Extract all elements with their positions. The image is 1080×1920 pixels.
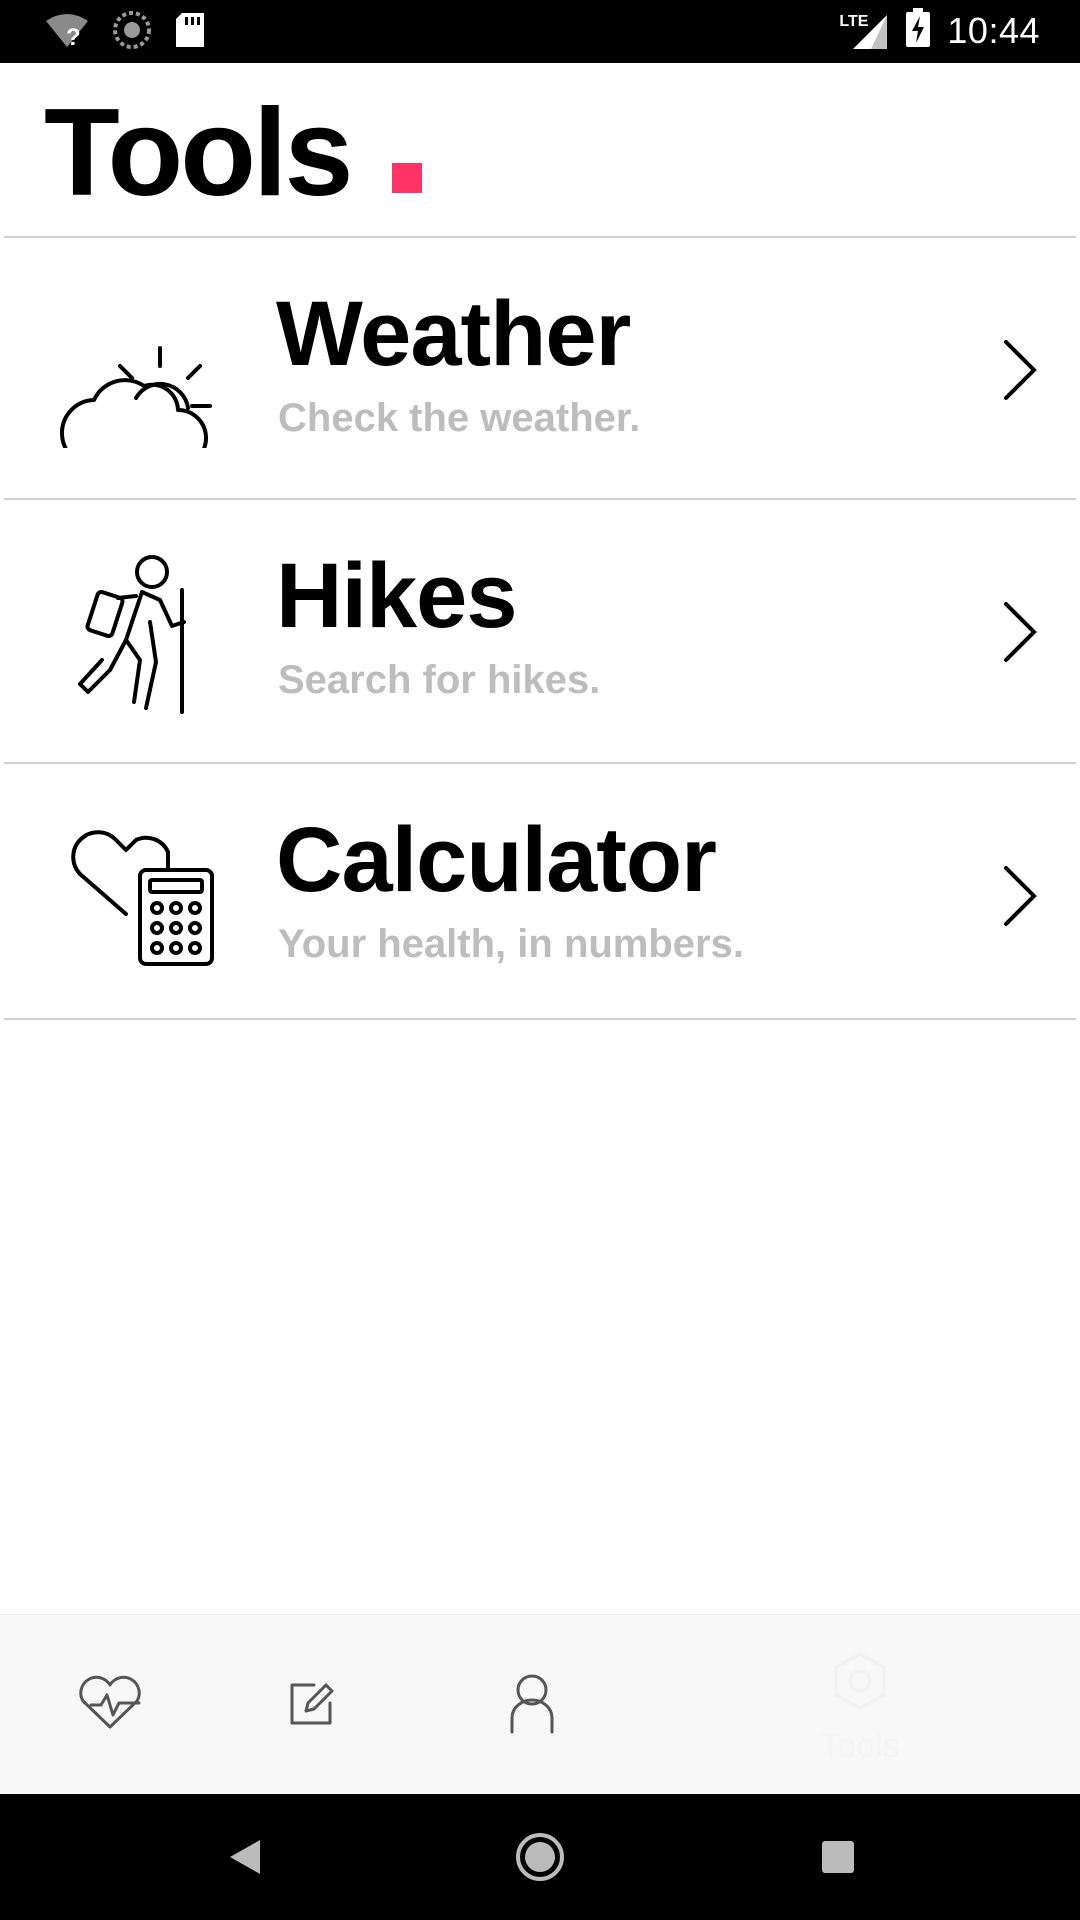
weather-icon <box>60 288 220 469</box>
divider <box>4 1018 1076 1020</box>
tool-row-hikes[interactable]: Hikes Search for hikes. <box>0 500 1080 760</box>
tool-title: Hikes <box>276 545 517 647</box>
accent-square <box>392 163 422 193</box>
nav-item-edit[interactable] <box>242 1615 382 1795</box>
edit-icon <box>286 1677 338 1734</box>
nav-item-tools[interactable]: Tools <box>770 1615 950 1795</box>
hexagon-icon <box>830 1651 890 1716</box>
profile-icon <box>508 1672 556 1739</box>
battery-charging-icon <box>905 8 931 53</box>
tool-subtitle: Check the weather. <box>278 396 641 440</box>
bottom-nav: Tools <box>0 1614 1080 1795</box>
wifi-unknown-icon: ? <box>44 11 90 54</box>
sync-icon <box>112 10 152 55</box>
tool-subtitle: Your health, in numbers. <box>278 922 744 966</box>
tool-title: Calculator <box>276 809 717 911</box>
tool-subtitle: Search for hikes. <box>278 658 601 702</box>
chevron-right-icon <box>1000 864 1040 928</box>
recents-icon[interactable] <box>803 1822 873 1892</box>
sd-card-icon <box>174 11 206 54</box>
back-icon[interactable] <box>208 1822 278 1892</box>
nav-item-profile[interactable] <box>462 1615 602 1795</box>
page-title: Tools <box>44 84 353 222</box>
chevron-right-icon <box>1000 600 1040 664</box>
chevron-right-icon <box>1000 338 1040 402</box>
tool-row-calculator[interactable]: Calculator Your health, in numbers. <box>0 764 1080 1024</box>
system-nav-bar <box>0 1794 1080 1920</box>
nav-item-health[interactable] <box>40 1615 180 1795</box>
nav-label-tools: Tools <box>820 1727 900 1765</box>
status-clock: 10:44 <box>947 9 1040 51</box>
tool-row-weather[interactable]: Weather Check the weather. <box>0 238 1080 498</box>
header: Tools <box>0 63 1080 236</box>
lte-signal-icon: LTE <box>839 11 889 51</box>
health-calculator-icon <box>60 826 220 986</box>
hiker-icon <box>60 552 220 714</box>
lte-label: LTE <box>839 12 869 30</box>
home-icon[interactable] <box>505 1822 575 1892</box>
status-bar: ? LTE 10:44 <box>0 0 1080 63</box>
svg-text:?: ? <box>66 24 81 49</box>
tool-title: Weather <box>276 283 631 385</box>
heart-pulse-icon <box>77 1675 143 1736</box>
